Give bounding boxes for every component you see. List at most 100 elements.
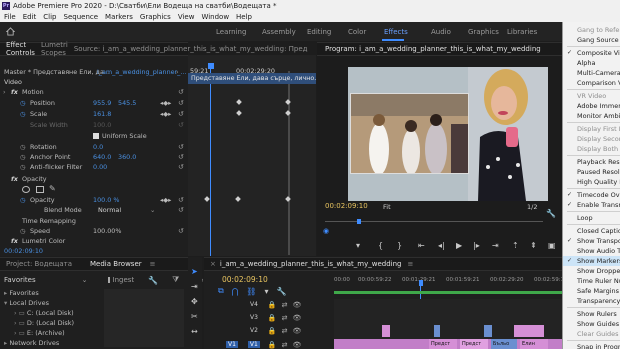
- filter-icon[interactable]: ⧩: [172, 275, 179, 285]
- nest-icon[interactable]: ⧉: [218, 286, 224, 296]
- eye-icon[interactable]: 👁: [293, 327, 302, 335]
- linked-selection-icon[interactable]: ⛓: [246, 287, 256, 296]
- slip-tool-icon[interactable]: ↔: [191, 327, 198, 336]
- timeline-timecode[interactable]: 00:02:09:10: [222, 275, 268, 284]
- context-menu-item[interactable]: Composite Video: [577, 48, 620, 58]
- anchor-y-value[interactable]: 360.0: [118, 153, 136, 161]
- play-icon[interactable]: ▶: [456, 241, 462, 250]
- reset-icon[interactable]: ↺: [178, 99, 184, 107]
- media-browser-content[interactable]: [104, 289, 184, 347]
- clip[interactable]: Предст: [460, 339, 488, 349]
- context-menu-item[interactable]: High Quality Playback: [577, 177, 620, 187]
- workspace-graphics[interactable]: Graphics: [468, 28, 499, 36]
- blend-mode-select[interactable]: Normal: [98, 206, 121, 214]
- add-marker-icon[interactable]: ▾: [356, 241, 360, 250]
- favorites-dropdown[interactable]: Favorites: [4, 276, 36, 284]
- workspace-learning[interactable]: Learning: [216, 28, 246, 36]
- home-icon[interactable]: [6, 27, 15, 36]
- workspace-libraries[interactable]: Libraries: [507, 28, 537, 36]
- step-back-icon[interactable]: ◂|: [438, 241, 445, 250]
- menu-window[interactable]: Window: [201, 13, 229, 21]
- tree-favorites[interactable]: ▸ Favorites: [4, 289, 104, 299]
- lock-icon[interactable]: 🔒: [268, 301, 277, 309]
- sequence-clip-label[interactable]: i_am_a_wedding_planner_...: [97, 68, 186, 76]
- lock-icon[interactable]: 🔒: [268, 314, 277, 322]
- stopwatch-icon[interactable]: ◷: [20, 163, 26, 171]
- reset-icon[interactable]: ↺: [178, 153, 184, 161]
- clip[interactable]: [514, 325, 544, 337]
- keyframe-nav-icon[interactable]: ◂◆▸: [160, 110, 171, 118]
- track-label[interactable]: V1: [247, 341, 260, 348]
- tree-drive-c[interactable]: › ▭ C: (Local Disk): [4, 309, 104, 319]
- workspace-assembly[interactable]: Assembly: [262, 28, 296, 36]
- resolution-dropdown[interactable]: 1/2: [527, 203, 537, 211]
- fx-icon[interactable]: fx: [11, 175, 18, 183]
- step-forward-icon[interactable]: |▸: [473, 241, 480, 250]
- reset-icon[interactable]: ↺: [178, 88, 184, 96]
- context-menu-item[interactable]: Snap in Program: [577, 342, 620, 349]
- context-menu-item[interactable]: Comparison View: [577, 78, 620, 88]
- work-area-bar[interactable]: [334, 291, 562, 294]
- keyframe-nav-icon[interactable]: ◂◆▸: [160, 99, 171, 107]
- context-menu-item[interactable]: Loop: [577, 213, 593, 223]
- lift-icon[interactable]: ⇡: [512, 241, 519, 250]
- reset-icon[interactable]: ↺: [178, 227, 184, 235]
- menu-edit[interactable]: Edit: [23, 13, 37, 21]
- context-menu-item[interactable]: Multi-Camera: [577, 68, 620, 78]
- go-to-out-icon[interactable]: ⇥: [492, 241, 499, 250]
- stopwatch-icon[interactable]: ◷: [20, 143, 26, 151]
- context-menu-item[interactable]: Show Rulers: [577, 309, 617, 319]
- keyframe-nav-icon[interactable]: ◂◆▸: [160, 196, 171, 204]
- stopwatch-icon[interactable]: ◷: [20, 110, 26, 118]
- ec-playhead[interactable]: [208, 63, 214, 69]
- ellipse-mask-icon[interactable]: [22, 186, 30, 193]
- reset-icon[interactable]: ↺: [178, 206, 184, 214]
- context-menu-item[interactable]: Safe Margins: [577, 286, 619, 296]
- workspace-color[interactable]: Color: [348, 28, 366, 36]
- position-y-value[interactable]: 545.5: [118, 99, 136, 107]
- ec-current-time[interactable]: 00:02:09:10: [4, 247, 43, 255]
- track-label[interactable]: V2: [250, 327, 258, 334]
- lock-icon[interactable]: 🔒: [268, 341, 277, 349]
- stopwatch-icon[interactable]: ◷: [20, 227, 26, 235]
- stopwatch-icon[interactable]: ◷: [20, 153, 26, 161]
- fx-icon[interactable]: fx: [11, 88, 18, 96]
- tree-drive-e[interactable]: › ▭ E: (Archive): [4, 329, 104, 339]
- wrench-icon[interactable]: 🔧: [148, 276, 158, 285]
- tree-network-drives[interactable]: ▸ Network Drives: [4, 339, 104, 349]
- zoom-handle-icon[interactable]: ◉: [323, 227, 329, 235]
- stopwatch-icon[interactable]: ◷: [20, 99, 26, 107]
- workspace-effects[interactable]: Effects: [384, 28, 408, 36]
- clip[interactable]: [434, 325, 440, 337]
- tab-media-browser[interactable]: Media Browser: [90, 260, 142, 268]
- clip[interactable]: Бъльо: [491, 339, 517, 349]
- sync-icon[interactable]: ⇄: [282, 301, 288, 309]
- context-menu-item[interactable]: Monitor Ambisonics: [577, 111, 620, 121]
- panel-menu-icon[interactable]: ≡: [150, 260, 156, 268]
- context-menu-item[interactable]: Playback Resolution: [577, 157, 620, 167]
- context-menu-item[interactable]: Paused Resolution: [577, 167, 620, 177]
- fx-icon[interactable]: fx: [11, 237, 18, 245]
- master-clip-label[interactable]: Master * Представяне Ели, да...: [4, 68, 110, 76]
- stopwatch-icon[interactable]: ◷: [20, 196, 26, 204]
- reset-icon[interactable]: ↺: [178, 196, 184, 204]
- workspace-audio[interactable]: Audio: [431, 28, 451, 36]
- menu-markers[interactable]: Markers: [105, 13, 133, 21]
- anti-flicker-value[interactable]: 0.00: [93, 163, 107, 171]
- snap-icon[interactable]: ⋂: [232, 287, 239, 296]
- program-playhead[interactable]: [357, 219, 361, 224]
- effect-controls-timeline[interactable]: 59:21 00:02:29:20: [188, 55, 316, 256]
- program-timecode[interactable]: 00:02:09:10: [325, 202, 368, 210]
- scale-value[interactable]: 161.8: [93, 110, 111, 118]
- menu-clip[interactable]: Clip: [43, 13, 56, 21]
- chevron-down-icon[interactable]: ⌄: [82, 276, 88, 284]
- context-menu-item[interactable]: Adobe Immersive: [577, 101, 620, 111]
- clip[interactable]: Предст: [429, 339, 457, 349]
- clip[interactable]: Елин: [520, 339, 548, 349]
- eye-icon[interactable]: 👁: [293, 314, 302, 322]
- ripple-edit-tool-icon[interactable]: ✥: [191, 297, 198, 306]
- sync-icon[interactable]: ⇄: [282, 341, 288, 349]
- add-marker-icon[interactable]: ▾: [264, 287, 268, 296]
- panel-menu-icon[interactable]: ≡: [407, 260, 413, 268]
- lock-icon[interactable]: 🔒: [268, 327, 277, 335]
